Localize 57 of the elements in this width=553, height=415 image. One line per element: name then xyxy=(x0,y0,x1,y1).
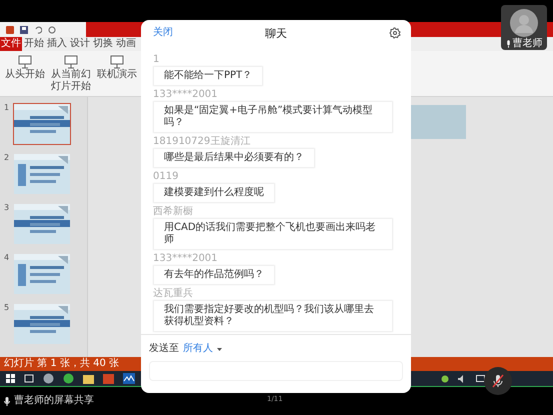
app-icon[interactable] xyxy=(123,373,135,384)
save-icon[interactable] xyxy=(20,26,28,34)
caret-icon xyxy=(217,348,222,350)
message-bubble: 能不能给一下PPT？ xyxy=(153,66,264,86)
message-bubble: 我们需要指定好要改的机型吗？我们该从哪里去获得机型资料？ xyxy=(153,300,393,332)
sender-name: 0119 xyxy=(153,171,178,182)
ribbon-tab[interactable]: 文件 xyxy=(0,37,22,51)
undo-icon[interactable] xyxy=(34,26,42,34)
ribbon-tab[interactable]: 动画 xyxy=(115,37,137,51)
slideshow-icon xyxy=(64,55,78,69)
presentation-icon[interactable] xyxy=(103,374,114,384)
sender-name: 133****2001 xyxy=(153,253,218,264)
participant-name: 曹老师 xyxy=(512,38,542,49)
slide-number: 4 xyxy=(4,253,10,264)
ribbon-tab[interactable]: 设计 xyxy=(69,37,91,51)
slide-number: 5 xyxy=(4,303,10,314)
microphone-icon xyxy=(506,40,510,48)
tray-icon[interactable] xyxy=(441,374,449,382)
sender-name: 西希新橱 xyxy=(153,206,193,217)
sender-name: 133****2001 xyxy=(153,89,218,100)
slideshow-icon xyxy=(110,55,124,69)
recipient-dropdown[interactable]: 所有人 xyxy=(183,343,222,355)
microphone-off-icon xyxy=(492,374,504,388)
slide-number: 2 xyxy=(4,153,10,164)
message-bubble: 用CAD的话我们需要把整个飞机也要画出来吗老师 xyxy=(153,218,393,250)
sender-name: 1 xyxy=(153,54,160,65)
ribbon-tab[interactable]: 开始 xyxy=(23,37,45,51)
app-icon[interactable] xyxy=(63,373,74,384)
video-tile[interactable]: 曹老师 xyxy=(501,5,547,50)
ribbon-button[interactable]: 从头开始 xyxy=(4,55,46,81)
sender-name: 达瓦重兵 xyxy=(153,288,193,299)
notification-icon[interactable] xyxy=(476,374,485,382)
task-view-icon[interactable] xyxy=(24,374,34,383)
message-bubble: 哪些是最后结果中必须要有的？ xyxy=(153,148,315,168)
message-bubble: 如果是“固定翼+电子吊舱”模式要计算气动模型吗？ xyxy=(153,101,393,133)
slideshow-icon xyxy=(18,55,32,69)
ribbon-button[interactable]: 联机演示 xyxy=(96,55,138,81)
settings-icon[interactable] xyxy=(389,27,401,39)
slide-number: 3 xyxy=(4,203,10,214)
slide-canvas xyxy=(410,105,466,139)
status-text: 幻灯片 第 1 张，共 40 张 xyxy=(4,358,119,370)
app-icon[interactable] xyxy=(6,26,14,34)
ribbon-button[interactable]: 从当前幻灯片开始 xyxy=(50,55,92,93)
avatar-icon xyxy=(510,9,538,37)
chat-title: 聊天 xyxy=(265,26,287,40)
windows-icon[interactable] xyxy=(6,374,15,383)
microphone-icon xyxy=(4,396,10,406)
slide-number: 1 xyxy=(4,103,10,114)
sender-name: 181910729王旋清江 xyxy=(153,136,250,147)
ribbon-tab[interactable]: 插入 xyxy=(46,37,68,51)
share-label: 曹老师的屏幕共享 xyxy=(14,395,94,407)
close-button[interactable]: 关闭 xyxy=(153,27,173,39)
send-to-label: 发送至 xyxy=(149,343,179,355)
message-bubble: 有去年的作品范例吗？ xyxy=(153,265,275,285)
ribbon-tab[interactable]: 切换 xyxy=(92,37,114,51)
message-bubble: 建模要建到什么程度呢 xyxy=(153,183,275,203)
folder-icon[interactable] xyxy=(83,374,94,384)
